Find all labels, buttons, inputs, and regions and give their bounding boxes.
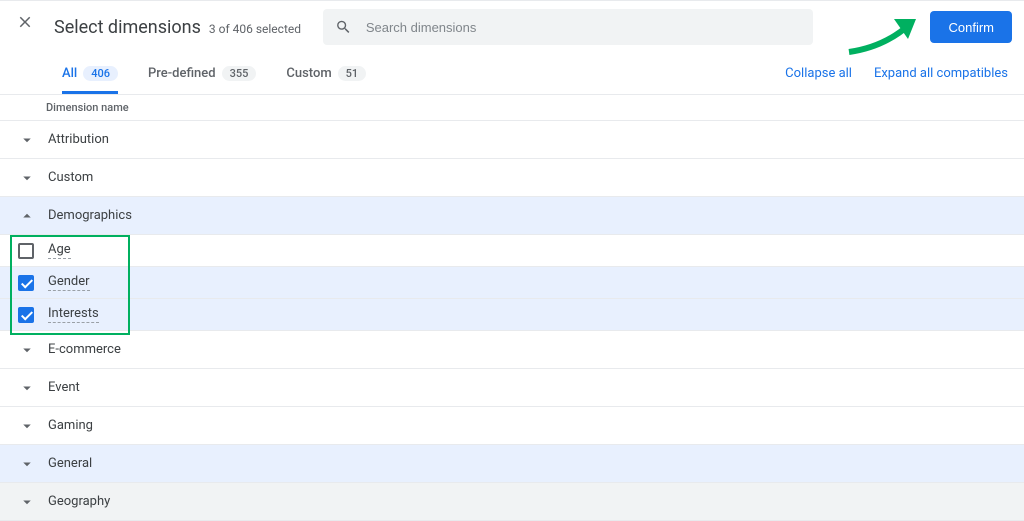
chevron-up-icon bbox=[18, 207, 36, 225]
chevron-down-icon bbox=[18, 131, 36, 149]
page-title: Select dimensions bbox=[54, 17, 201, 38]
annotation-arrow bbox=[844, 7, 934, 57]
group-demographics[interactable]: Demographics bbox=[0, 197, 1024, 235]
tab-count: 51 bbox=[338, 66, 367, 81]
dimension-label: Age bbox=[48, 242, 71, 259]
group-label: Demographics bbox=[48, 208, 132, 223]
chevron-down-icon bbox=[18, 455, 36, 473]
group-ecommerce[interactable]: E-commerce bbox=[0, 331, 1024, 369]
dimension-label: Gender bbox=[48, 274, 90, 291]
chevron-down-icon bbox=[18, 417, 36, 435]
group-label: Gaming bbox=[48, 418, 93, 433]
column-header: Dimension name bbox=[0, 95, 1024, 121]
group-label: General bbox=[48, 456, 92, 471]
search-input[interactable] bbox=[366, 20, 801, 35]
group-general[interactable]: General bbox=[0, 445, 1024, 483]
group-label: Geography bbox=[48, 494, 110, 509]
group-label: Attribution bbox=[48, 132, 109, 147]
dimension-item-gender[interactable]: Gender bbox=[0, 267, 1024, 299]
chevron-down-icon bbox=[18, 379, 36, 397]
tab-predefined[interactable]: Pre-defined 355 bbox=[148, 53, 256, 94]
search-icon bbox=[335, 18, 352, 36]
chevron-down-icon bbox=[18, 169, 36, 187]
links-right: Collapse all Expand all compatibles bbox=[785, 66, 1008, 81]
confirm-button[interactable]: Confirm bbox=[930, 11, 1012, 43]
dimension-item-age[interactable]: Age bbox=[0, 235, 1024, 267]
group-event[interactable]: Event bbox=[0, 369, 1024, 407]
tab-count: 406 bbox=[83, 66, 118, 81]
tab-custom[interactable]: Custom 51 bbox=[286, 53, 366, 94]
group-label: Custom bbox=[48, 170, 93, 185]
collapse-all-link[interactable]: Collapse all bbox=[785, 66, 852, 81]
title-wrap: Select dimensions 3 of 406 selected bbox=[54, 17, 301, 38]
tab-all[interactable]: All 406 bbox=[62, 53, 118, 94]
search-box[interactable] bbox=[323, 9, 813, 45]
tab-label: All bbox=[62, 66, 77, 81]
tab-label: Custom bbox=[286, 66, 331, 81]
header-bar: Select dimensions 3 of 406 selected Conf… bbox=[0, 0, 1024, 53]
dimension-item-interests[interactable]: Interests bbox=[0, 299, 1024, 331]
group-label: E-commerce bbox=[48, 342, 121, 357]
dimension-label: Interests bbox=[48, 306, 99, 323]
group-custom[interactable]: Custom bbox=[0, 159, 1024, 197]
selection-count: 3 of 406 selected bbox=[209, 22, 301, 36]
checkbox-gender[interactable] bbox=[18, 275, 34, 291]
group-attribution[interactable]: Attribution bbox=[0, 121, 1024, 159]
group-label: Event bbox=[48, 380, 80, 395]
chevron-down-icon bbox=[18, 341, 36, 359]
close-icon[interactable] bbox=[16, 13, 34, 35]
tab-label: Pre-defined bbox=[148, 66, 216, 81]
checkbox-age[interactable] bbox=[18, 243, 34, 259]
checkbox-interests[interactable] bbox=[18, 307, 34, 323]
tabs-row: All 406 Pre-defined 355 Custom 51 Collap… bbox=[0, 53, 1024, 95]
tab-count: 355 bbox=[222, 66, 257, 81]
expand-all-link[interactable]: Expand all compatibles bbox=[874, 66, 1008, 81]
chevron-down-icon bbox=[18, 493, 36, 511]
dimension-list: Attribution Custom Demographics Age Gend… bbox=[0, 121, 1024, 521]
group-geography[interactable]: Geography bbox=[0, 483, 1024, 521]
group-gaming[interactable]: Gaming bbox=[0, 407, 1024, 445]
